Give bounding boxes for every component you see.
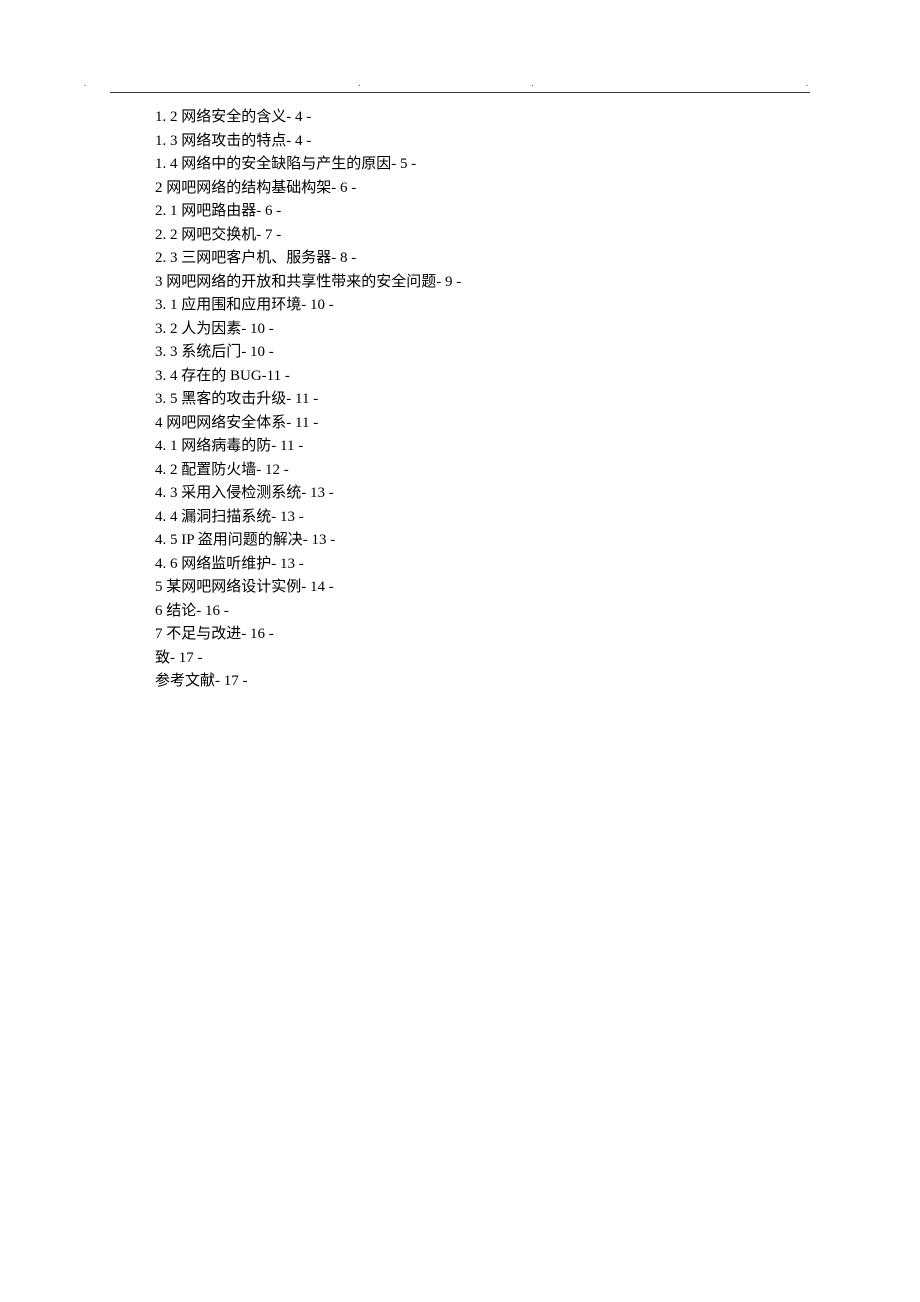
- header-rule: [110, 92, 810, 93]
- toc-entry: 2. 2 网吧交换机- 7 -: [155, 224, 461, 248]
- toc-entry: 3. 2 人为因素- 10 -: [155, 318, 461, 342]
- toc-entry: 1. 4 网络中的安全缺陷与产生的原因- 5 -: [155, 153, 461, 177]
- toc-entry: 4. 5 IP 盗用问题的解决- 13 -: [155, 529, 461, 553]
- toc-entry: 3. 3 系统后门- 10 -: [155, 341, 461, 365]
- toc-entry: 7 不足与改进- 16 -: [155, 623, 461, 647]
- toc-entry: 4. 2 配置防火墙- 12 -: [155, 459, 461, 483]
- toc-entry: 3. 5 黑客的攻击升级- 11 -: [155, 388, 461, 412]
- toc-entry: 4. 3 采用入侵检测系统- 13 -: [155, 482, 461, 506]
- toc-entry: 3. 4 存在的 BUG-11 -: [155, 365, 461, 389]
- toc-entry: 4. 1 网络病毒的防- 11 -: [155, 435, 461, 459]
- header-dots-left: . .: [84, 78, 389, 89]
- toc-entry: 4 网吧网络安全体系- 11 -: [155, 412, 461, 436]
- toc-entry: 4. 6 网络监听维护- 13 -: [155, 553, 461, 577]
- toc-entry: 1. 3 网络攻击的特点- 4 -: [155, 130, 461, 154]
- toc-entry: 参考文献- 17 -: [155, 670, 461, 694]
- header-dots: . . . .: [0, 78, 920, 89]
- toc-entry: 6 结论- 16 -: [155, 600, 461, 624]
- toc-entry: 4. 4 漏洞扫描系统- 13 -: [155, 506, 461, 530]
- toc-entry: 5 某网吧网络设计实例- 14 -: [155, 576, 461, 600]
- toc-entry: 2. 3 三网吧客户机、服务器- 8 -: [155, 247, 461, 271]
- toc-entry: 3. 1 应用围和应用环境- 10 -: [155, 294, 461, 318]
- header-dots-right: . .: [531, 78, 836, 89]
- toc-entry: 2 网吧网络的结构基础构架- 6 -: [155, 177, 461, 201]
- toc-entry: 2. 1 网吧路由器- 6 -: [155, 200, 461, 224]
- toc-entry: 致- 17 -: [155, 647, 461, 671]
- toc-content: 1. 2 网络安全的含义- 4 - 1. 3 网络攻击的特点- 4 - 1. 4…: [155, 106, 461, 694]
- toc-entry: 1. 2 网络安全的含义- 4 -: [155, 106, 461, 130]
- toc-entry: 3 网吧网络的开放和共享性带来的安全问题- 9 -: [155, 271, 461, 295]
